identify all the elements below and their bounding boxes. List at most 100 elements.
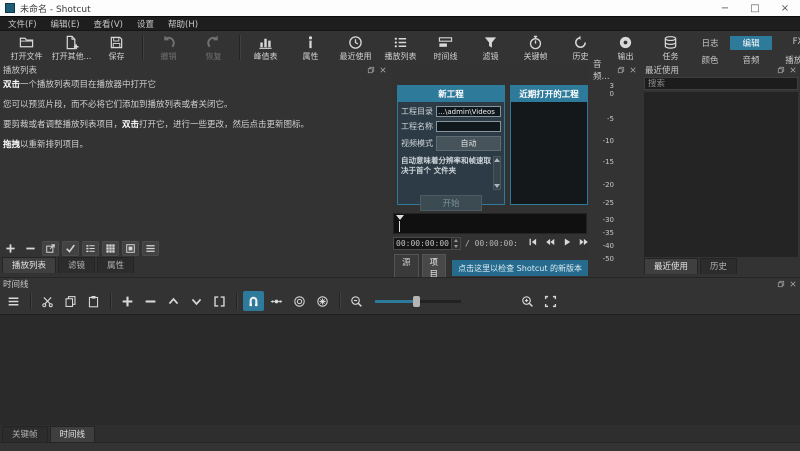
float-panel-icon[interactable] bbox=[777, 280, 785, 288]
search-input[interactable] bbox=[644, 77, 798, 90]
layout-log-button[interactable]: 日志 bbox=[693, 36, 727, 50]
timeline-lift-button[interactable] bbox=[163, 291, 184, 311]
playhead-icon[interactable] bbox=[396, 215, 404, 220]
toolbar-open-other-button[interactable]: 打开其他... bbox=[49, 33, 94, 62]
update-notice-button[interactable]: 点击这里以检查 Shotcut 的新版本 bbox=[452, 260, 588, 276]
toolbar-keyframes-button[interactable]: 关键帧 bbox=[513, 33, 558, 62]
transport-fast-forward-button[interactable] bbox=[579, 237, 589, 250]
toolbar-jobs-button[interactable]: 任务 bbox=[648, 33, 693, 62]
playlist-menu-button[interactable] bbox=[142, 241, 159, 256]
zoom-slider-handle[interactable] bbox=[413, 296, 420, 307]
app-icon bbox=[5, 3, 15, 13]
stack-icon bbox=[663, 35, 678, 50]
copy-icon bbox=[64, 295, 77, 308]
dock-tab-keyframes[interactable]: 关键帧 bbox=[2, 426, 48, 442]
maximize-button[interactable]: □ bbox=[740, 0, 770, 16]
transport-rewind-button[interactable] bbox=[545, 237, 555, 250]
timeline-menu-button[interactable] bbox=[3, 291, 24, 311]
close-panel-icon[interactable] bbox=[629, 66, 637, 74]
timeline-copy-button[interactable] bbox=[60, 291, 81, 311]
playlist-update-button[interactable] bbox=[42, 241, 59, 256]
toolbar-redo-button: 恢复 bbox=[191, 33, 236, 62]
meter-scale-label: -40 bbox=[594, 242, 614, 250]
close-panel-icon[interactable] bbox=[379, 66, 387, 74]
toolbar-timeline-button[interactable]: 时间线 bbox=[423, 33, 468, 62]
playlist-view-tiles-button[interactable] bbox=[102, 241, 119, 256]
timeline-cut-button[interactable] bbox=[37, 291, 58, 311]
timeline-ripple-button[interactable] bbox=[289, 291, 310, 311]
hint-scrollbar[interactable] bbox=[493, 156, 501, 190]
video-mode-label: 视频模式 bbox=[401, 138, 433, 149]
video-mode-button[interactable]: 自动 bbox=[436, 136, 501, 151]
new-project-panel: 新工程 工程目录 工程名称 视频模式 自动 自动意味着分辨率和帧速取决于首个 文… bbox=[397, 85, 505, 205]
rewind-icon bbox=[545, 237, 555, 247]
view-details-icon bbox=[85, 243, 96, 254]
timeline-zoom-in-button[interactable] bbox=[517, 291, 538, 311]
start-button[interactable]: 开始 bbox=[420, 195, 482, 211]
playlist-view-details-button[interactable] bbox=[82, 241, 99, 256]
play-icon bbox=[562, 237, 572, 247]
audio-meter-scale: 30-5-10-15-20-25-30-35-40-50 bbox=[590, 76, 640, 276]
timeline-zoom-out-button[interactable] bbox=[346, 291, 367, 311]
playlist-remove-button[interactable] bbox=[22, 241, 39, 256]
timeline-tracks-area[interactable] bbox=[0, 314, 800, 425]
menu-file[interactable]: 文件(F) bbox=[8, 18, 37, 30]
transport-skip-start-button[interactable] bbox=[528, 237, 538, 250]
toolbar-peak-meter-button[interactable]: 峰值表 bbox=[243, 33, 288, 62]
close-panel-icon[interactable] bbox=[789, 66, 797, 74]
close-panel-icon[interactable] bbox=[789, 280, 797, 288]
timeline-append-button[interactable] bbox=[117, 291, 138, 311]
recent-tab-history[interactable]: 历史 bbox=[700, 258, 737, 274]
recent-tab-recent[interactable]: 最近使用 bbox=[644, 258, 698, 274]
scroll-up-icon[interactable] bbox=[494, 158, 500, 162]
menu-help[interactable]: 帮助(H) bbox=[168, 18, 198, 30]
timeline-snap-button[interactable] bbox=[243, 291, 264, 311]
recent-list[interactable] bbox=[644, 92, 798, 257]
zoom-in-icon bbox=[521, 295, 534, 308]
project-dir-input[interactable] bbox=[436, 106, 501, 117]
menu-settings[interactable]: 设置 bbox=[137, 18, 154, 30]
playlist-tab-properties[interactable]: 属性 bbox=[97, 257, 134, 273]
playlist-panel-header: 播放列表 bbox=[0, 64, 390, 76]
seek-bar[interactable] bbox=[393, 213, 587, 234]
toolbar-recent-button[interactable]: 最近使用 bbox=[333, 33, 378, 62]
timeline-paste-button[interactable] bbox=[83, 291, 104, 311]
project-name-input[interactable] bbox=[436, 121, 501, 132]
scroll-down-icon[interactable] bbox=[494, 184, 500, 188]
playlist-panel-title: 播放列表 bbox=[3, 64, 37, 76]
timeline-scrub-button[interactable] bbox=[266, 291, 287, 311]
layout-fx-button[interactable]: FX bbox=[775, 36, 800, 50]
playlist-tab-playlist[interactable]: 播放列表 bbox=[2, 257, 56, 273]
close-button[interactable]: × bbox=[770, 0, 800, 16]
float-panel-icon[interactable] bbox=[777, 66, 785, 74]
timeline-overwrite-button[interactable] bbox=[186, 291, 207, 311]
meter-scale-label: -15 bbox=[594, 158, 614, 166]
toolbar-playlist-button[interactable]: 播放列表 bbox=[378, 33, 423, 62]
timeline-split-button[interactable] bbox=[209, 291, 230, 311]
position-spinbox[interactable]: 00:00:00:00 bbox=[393, 237, 461, 250]
dock-tab-timeline[interactable]: 时间线 bbox=[50, 426, 96, 442]
layout-edit-button[interactable]: 编辑 bbox=[730, 36, 772, 50]
zoom-out-icon bbox=[350, 295, 363, 308]
float-panel-icon[interactable] bbox=[367, 66, 375, 74]
float-panel-icon[interactable] bbox=[617, 66, 625, 74]
playlist-view-icons-button[interactable] bbox=[122, 241, 139, 256]
toolbar-save-button[interactable]: 保存 bbox=[94, 33, 139, 62]
spin-down-icon[interactable] bbox=[452, 244, 460, 250]
transport-play-button[interactable] bbox=[562, 237, 572, 250]
playlist-icon bbox=[393, 35, 408, 50]
playlist-add-button[interactable] bbox=[2, 241, 19, 256]
toolbar-open-file-button[interactable]: 打开文件 bbox=[4, 33, 49, 62]
playlist-select-button[interactable] bbox=[62, 241, 79, 256]
timeline-zoom-fit-button[interactable] bbox=[540, 291, 561, 311]
menu-edit[interactable]: 编辑(E) bbox=[51, 18, 80, 30]
timeline-header: 时间线 bbox=[0, 278, 800, 289]
timeline-ripple-all-button[interactable] bbox=[312, 291, 333, 311]
timeline-ripple-delete-button[interactable] bbox=[140, 291, 161, 311]
menu-view[interactable]: 查看(V) bbox=[94, 18, 123, 30]
playlist-tab-filters[interactable]: 滤镜 bbox=[58, 257, 95, 273]
toolbar-filters-button[interactable]: 滤镜 bbox=[468, 33, 513, 62]
timeline-zoom-slider[interactable] bbox=[375, 294, 461, 309]
toolbar-properties-button[interactable]: 属性 bbox=[288, 33, 333, 62]
minimize-button[interactable]: − bbox=[710, 0, 740, 16]
